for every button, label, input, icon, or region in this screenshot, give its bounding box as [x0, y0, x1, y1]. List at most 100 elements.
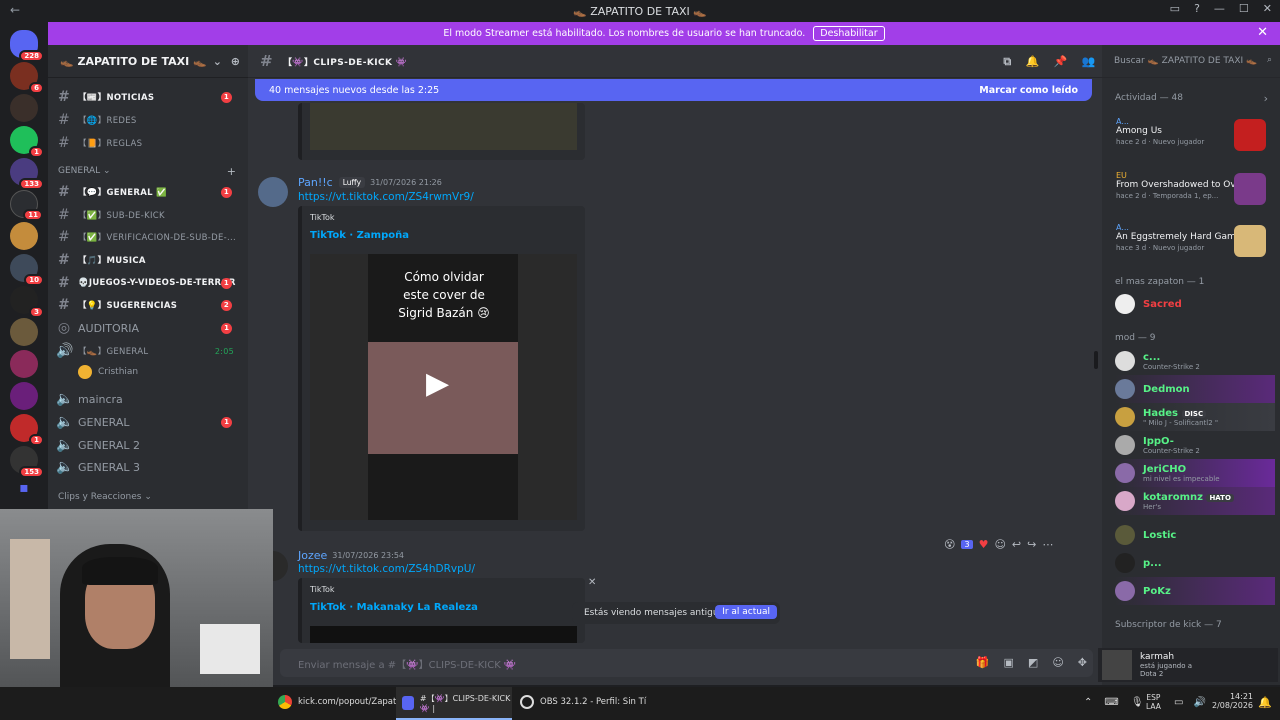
embed-title[interactable]: TikTok · Zampoña [310, 230, 409, 241]
gif-icon[interactable]: ▣ [1004, 656, 1014, 669]
voice-channel-general-active[interactable]: 🔊 【👞】GENERAL 2:05 [56, 341, 242, 361]
close-banner-icon[interactable]: ✕ [1257, 25, 1268, 40]
channel-sugerencias[interactable]: # 【💡】SUGERENCIAS 2 [56, 295, 242, 315]
members-icon[interactable]: 👥 [1082, 55, 1096, 69]
category-clips[interactable]: Clips y Reacciones ⌄ [58, 492, 152, 502]
embed-title[interactable]: TikTok · Makanaky La Realeza [310, 602, 478, 613]
voice-channel-general-3[interactable]: 🔈 GENERAL 3 [56, 457, 242, 477]
message-composer[interactable]: Enviar mensaje a #【👾】CLIPS-DE-KICK 👾 🎁 ▣… [280, 649, 1093, 677]
server-icon[interactable]: 153 [10, 446, 44, 478]
add-channel-icon[interactable]: + [227, 165, 236, 178]
voice-channel-general-2[interactable]: 🔈 GENERAL 2 [56, 435, 242, 455]
activity-card[interactable]: A... Among Us hace 2 d · Nuevo jugador [1110, 113, 1270, 159]
voice-channel-general[interactable]: 🔈 GENERAL 1 [56, 412, 242, 432]
server-icon[interactable] [10, 350, 38, 378]
play-icon[interactable]: ▶ [426, 366, 462, 402]
video-player[interactable]: Cómo olvidar este cover de Sigrid Bazán … [310, 254, 577, 520]
server-icon[interactable]: 11 [10, 190, 43, 221]
category-general[interactable]: GENERAL ⌄ [58, 166, 111, 176]
help-icon[interactable]: ? [1194, 2, 1200, 15]
close-embed-icon[interactable]: ✕ [588, 577, 596, 588]
message-link[interactable]: https://vt.tiktok.com/ZS4hDRvpU/ [298, 563, 475, 575]
server-icon[interactable] [10, 382, 38, 410]
taskbar-item-discord[interactable]: #【👾】CLIPS-DE-KICK 👾 | [396, 687, 512, 720]
member-item[interactable]: Lostic [1115, 521, 1176, 549]
sticker-icon[interactable]: ◩ [1028, 656, 1038, 669]
video-player[interactable] [310, 626, 577, 643]
notification-icon[interactable]: 🔔 [1258, 696, 1272, 709]
scrollbar[interactable] [1094, 351, 1098, 369]
bell-icon[interactable]: 🔔 [1026, 55, 1040, 69]
maximize-button[interactable]: ☐ [1239, 2, 1249, 15]
video-thumbnail[interactable] [310, 103, 577, 150]
language-indicator[interactable]: ESP LAA [1146, 693, 1161, 711]
reaction-emoji-icon[interactable]: 😵 [944, 538, 955, 551]
home-button[interactable]: 228 [10, 30, 44, 62]
forward-icon[interactable]: ↪ [1027, 538, 1036, 551]
channel-redes[interactable]: # 【🌐】REDES [56, 110, 242, 130]
input-icon[interactable]: ⌨ [1104, 697, 1118, 708]
activity-card[interactable]: A... An Eggstremely Hard Game hace 3 d ·… [1110, 219, 1270, 265]
user-panel[interactable]: karmah está jugando a Dota 2 [1098, 648, 1278, 682]
heart-icon[interactable]: ♥ [979, 538, 989, 551]
server-icon[interactable] [10, 318, 38, 346]
server-header[interactable]: 👞 ZAPATITO DE TAXI 👞 ⌄ ⊕ [48, 45, 248, 78]
activity-card[interactable]: EU From Overshadowed to Ov... hace 2 d ·… [1110, 167, 1270, 213]
apps-icon[interactable]: ✥ [1078, 656, 1087, 669]
mark-read-button[interactable]: Marcar como leído [979, 85, 1078, 96]
voice-channel-maincra[interactable]: 🔈 maincra [56, 389, 242, 409]
server-icon[interactable]: 10 [10, 254, 44, 286]
channel-general[interactable]: # 【💬】GENERAL ✅ 1 [56, 182, 242, 202]
member-item[interactable]: Sacred [1115, 290, 1182, 318]
member-item[interactable]: kotaromnz HATO Her's [1115, 487, 1275, 515]
server-icon[interactable] [10, 94, 38, 122]
add-user-icon[interactable]: ⊕ [231, 55, 240, 68]
network-icon[interactable]: ▭ [1174, 697, 1183, 708]
disable-streamer-button[interactable]: Deshabilitar [813, 26, 885, 41]
server-search[interactable]: Buscar 👞 ZAPATITO DE TAXI 👞 ⌕ [1102, 45, 1280, 78]
channel-musica[interactable]: # 【🎵】MUSICA [56, 250, 242, 270]
pin-icon[interactable]: 📌 [1054, 55, 1068, 69]
emoji-icon[interactable]: ☺ [1052, 656, 1063, 669]
add-reaction-icon[interactable]: ☺ [994, 538, 1005, 551]
server-icon[interactable]: 133 [10, 158, 44, 190]
new-messages-bar[interactable]: 40 mensajes nuevos desde las 2:25 Marcar… [255, 79, 1092, 101]
server-icon[interactable]: 1 [10, 126, 44, 158]
volume-icon[interactable]: 🔊 [1193, 697, 1205, 708]
folder-icon[interactable]: ▪ [10, 480, 38, 508]
minimize-button[interactable]: — [1214, 2, 1225, 15]
reaction-count[interactable]: 3 [961, 540, 973, 549]
taskbar-item-browser[interactable]: kick.com/popout/Zapat [278, 695, 396, 709]
channel-verificacion[interactable]: # 【✅】VERIFICACION-DE-SUB-DE-... [56, 227, 242, 247]
channel-reglas[interactable]: # 【📙】REGLAS [56, 133, 242, 153]
member-item[interactable]: IppO- Counter-Strike 2 [1115, 431, 1200, 459]
taskbar-item-obs[interactable]: OBS 32.1.2 - Perfil: Sin Tí [520, 695, 646, 709]
threads-icon[interactable]: ⧉ [1003, 55, 1011, 69]
inbox-icon[interactable]: ▭ [1170, 2, 1180, 15]
server-icon[interactable]: 1 [10, 414, 44, 446]
message-author[interactable]: Jozee [298, 549, 327, 562]
member-item[interactable]: p... [1115, 549, 1162, 577]
member-item[interactable]: JeriCHO mi nivel es impecable [1115, 459, 1275, 487]
voice-user[interactable]: Cristhian [78, 362, 248, 382]
clock[interactable]: 14:21 2/08/2026 [1212, 692, 1253, 710]
avatar[interactable] [258, 177, 288, 207]
chevron-up-icon[interactable]: ⌃ [1084, 697, 1092, 708]
gift-icon[interactable]: 🎁 [976, 656, 990, 669]
member-item[interactable]: Hades DISC " Milo J - Solificantl2 " [1115, 403, 1275, 431]
member-item[interactable]: Dedmon [1115, 375, 1275, 403]
member-item[interactable]: c... Counter-Strike 2 [1115, 347, 1200, 375]
channel-noticias[interactable]: # 【📰】NOTICIAS 1 [56, 87, 242, 107]
close-window-button[interactable]: ✕ [1263, 2, 1272, 15]
more-icon[interactable]: ⋯ [1042, 538, 1053, 551]
channel-sub-de-kick[interactable]: # 【✅】SUB-DE-KICK [56, 205, 242, 225]
member-item[interactable]: PoKz [1115, 577, 1275, 605]
server-icon[interactable] [10, 222, 38, 250]
message-author[interactable]: Pan!!c [298, 176, 333, 189]
voice-channel-auditoria[interactable]: ◎ AUDITORIA 1 [56, 318, 242, 338]
mic-icon[interactable]: 🎙 [1131, 697, 1144, 708]
channel-juegos-terror[interactable]: # 💀JUEGOS-Y-VIDEOS-DE-TERROR 1 [56, 273, 242, 293]
message-link[interactable]: https://vt.tiktok.com/ZS4rwmVr9/ [298, 191, 474, 203]
server-icon[interactable]: 6 [10, 62, 44, 94]
jump-present-button[interactable]: Ir al actual [715, 605, 777, 619]
